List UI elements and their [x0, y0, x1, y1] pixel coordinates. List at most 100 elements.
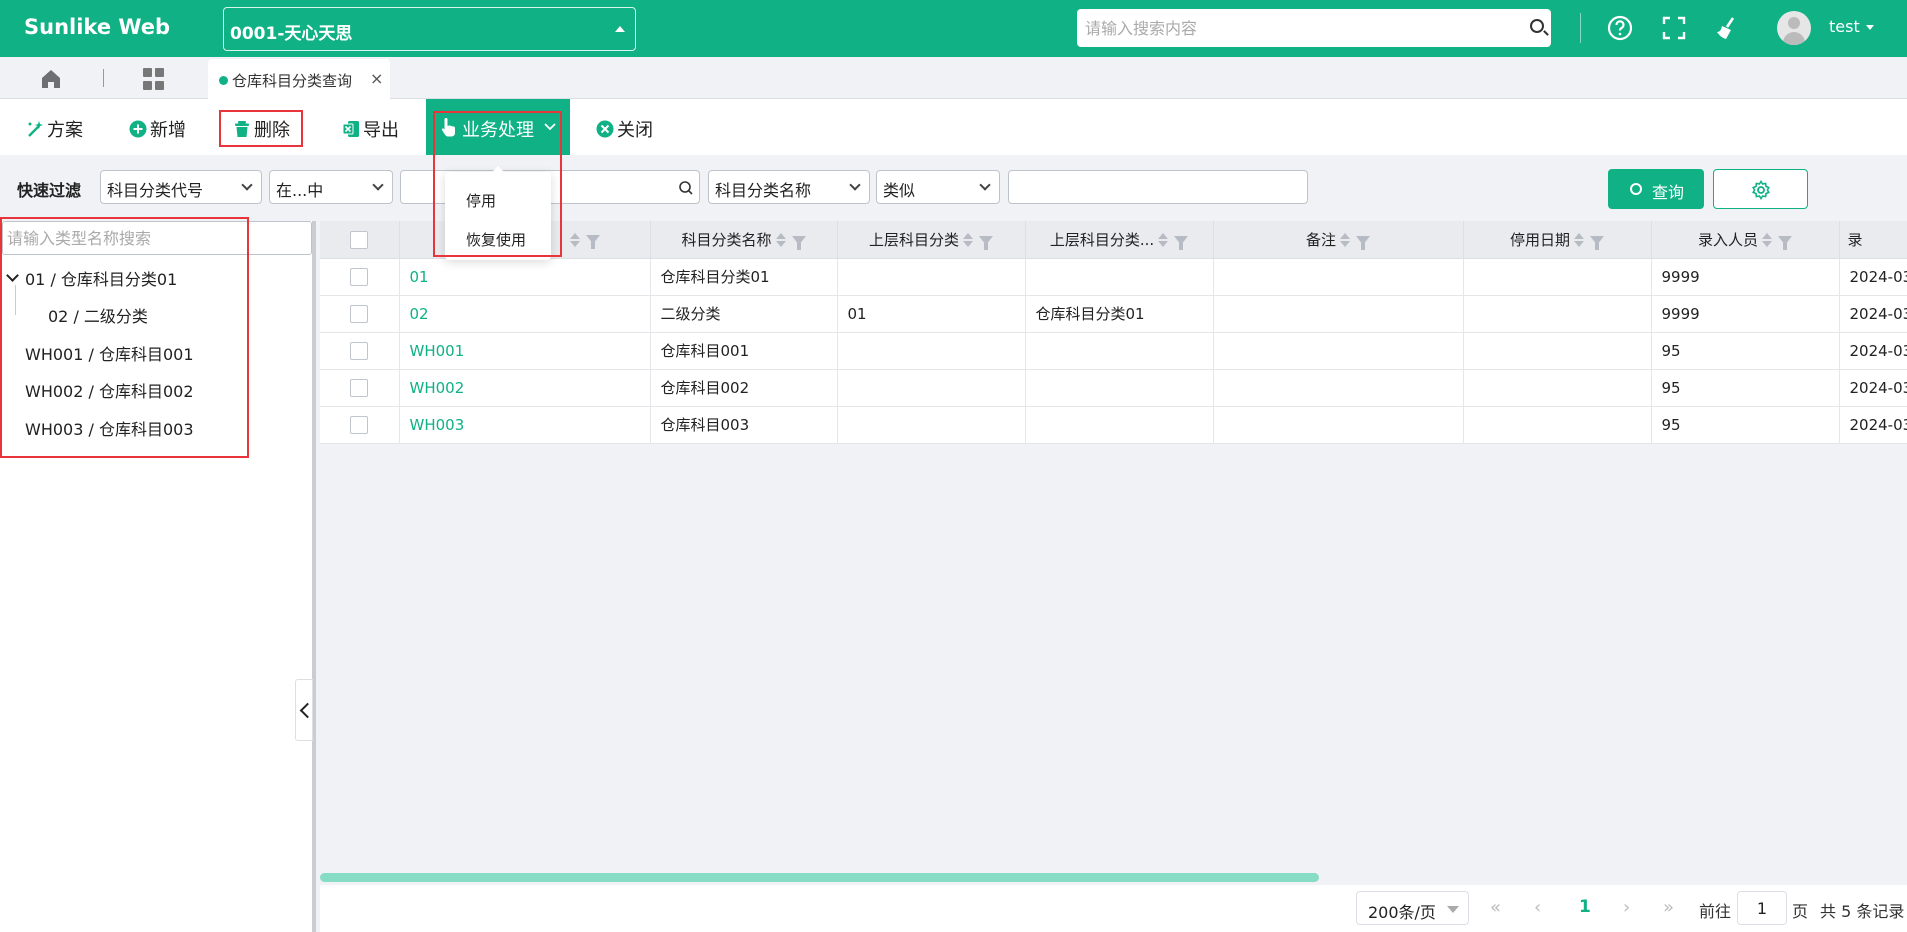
code-link[interactable]: 02	[399, 295, 651, 333]
select-all-header[interactable]	[320, 221, 400, 259]
delete-button[interactable]: 删除	[233, 116, 290, 142]
entered-by-cell: 95	[1651, 332, 1840, 370]
home-icon[interactable]	[40, 68, 62, 90]
user-name[interactable]: test	[1829, 17, 1860, 36]
chevron-down-icon	[979, 179, 991, 191]
filter-icon[interactable]	[585, 235, 600, 250]
column-header-remark[interactable]: 备注	[1213, 221, 1464, 259]
excel-icon	[342, 121, 359, 137]
horizontal-scrollbar[interactable]	[320, 873, 1319, 882]
filter-value-2-input[interactable]	[1008, 170, 1308, 204]
row-checkbox[interactable]	[350, 415, 369, 434]
row-checkbox[interactable]	[350, 378, 369, 397]
filter-icon[interactable]	[1778, 235, 1792, 250]
filter-icon[interactable]	[1356, 235, 1370, 250]
first-page-icon[interactable]: «	[1490, 897, 1501, 918]
avatar[interactable]	[1777, 11, 1811, 45]
last-page-icon[interactable]: »	[1663, 897, 1674, 918]
filter-field-1-select[interactable]: 科目分类代号	[100, 170, 262, 204]
name-cell: 仓库科目001	[650, 332, 838, 370]
plan-button[interactable]: 方案	[26, 116, 83, 142]
column-header-entry-date[interactable]: 录	[1839, 221, 1907, 259]
sort-icon[interactable]	[1340, 233, 1350, 248]
tree-item-wh003[interactable]: WH003 / 仓库科目003	[25, 416, 194, 440]
code-link[interactable]: WH001	[399, 332, 651, 370]
sort-icon[interactable]	[1158, 233, 1169, 248]
table-row[interactable]: WH002 仓库科目002 95 2024-03	[320, 369, 1907, 407]
code-link[interactable]: WH002	[399, 369, 651, 407]
filter-field-2-select[interactable]: 科目分类名称	[708, 170, 870, 204]
sort-icon[interactable]	[1762, 233, 1772, 248]
tree-item-01[interactable]: 01 / 仓库科目分类01	[25, 266, 177, 290]
caret-down-icon	[1447, 906, 1459, 913]
sort-icon[interactable]	[963, 233, 973, 248]
filter-icon[interactable]	[791, 235, 806, 250]
select-all-checkbox[interactable]	[350, 230, 369, 249]
column-header-parent-name[interactable]: 上层科目分类...	[1025, 221, 1214, 259]
tree-item-wh002[interactable]: WH002 / 仓库科目002	[25, 378, 194, 402]
menu-item-restore[interactable]: 恢复使用	[466, 229, 526, 250]
row-checkbox[interactable]	[350, 267, 369, 286]
search-icon[interactable]	[1530, 19, 1544, 33]
caret-down-icon[interactable]	[1866, 25, 1874, 30]
remark-cell	[1213, 406, 1464, 444]
chevron-down-icon	[372, 179, 384, 191]
current-page[interactable]: 1	[1579, 897, 1591, 917]
entered-by-cell: 95	[1651, 406, 1840, 444]
close-button[interactable]: 关闭	[596, 116, 653, 142]
close-circle-icon	[596, 120, 614, 138]
tab-warehouse-category-query[interactable]: 仓库科目分类查询 ×	[208, 59, 390, 99]
column-header-parent[interactable]: 上层科目分类	[837, 221, 1026, 259]
table-row[interactable]: 01 仓库科目分类01 9999 2024-03	[320, 258, 1907, 296]
row-checkbox[interactable]	[350, 341, 369, 360]
query-button[interactable]: 查询	[1608, 169, 1704, 209]
business-dropdown-menu: 停用 恢复使用	[445, 166, 551, 260]
code-link[interactable]: WH003	[399, 406, 651, 444]
apps-grid-icon[interactable]	[143, 68, 165, 90]
table-row[interactable]: WH001 仓库科目001 95 2024-03	[320, 332, 1907, 370]
table-row[interactable]: 02 二级分类 01 仓库科目分类01 9999 2024-03	[320, 295, 1907, 333]
tree-search-input[interactable]	[2, 221, 312, 255]
export-button[interactable]: 导出	[342, 116, 399, 142]
global-search-input[interactable]	[1077, 9, 1551, 47]
tree-item-02[interactable]: 02 / 二级分类	[48, 303, 148, 327]
column-header-name[interactable]: 科目分类名称	[650, 221, 838, 259]
menu-item-disable[interactable]: 停用	[466, 190, 496, 211]
goto-page-input[interactable]: 1	[1737, 891, 1787, 925]
sort-icon[interactable]	[569, 232, 580, 247]
filter-icon[interactable]	[1174, 235, 1189, 250]
filter-icon[interactable]	[1590, 235, 1604, 250]
chevron-down-icon[interactable]	[6, 269, 19, 282]
tree-item-wh001[interactable]: WH001 / 仓库科目001	[25, 341, 194, 365]
row-checkbox[interactable]	[350, 304, 369, 323]
org-selector[interactable]: 0001-天心天思	[223, 7, 636, 51]
page-size-select[interactable]: 200条/页	[1356, 891, 1469, 925]
prev-page-icon[interactable]: ‹	[1534, 897, 1541, 918]
filter-icon[interactable]	[979, 235, 993, 250]
sort-icon[interactable]	[1574, 233, 1584, 248]
header-divider	[1580, 13, 1581, 43]
help-icon[interactable]	[1606, 14, 1634, 42]
table-row[interactable]: WH003 仓库科目003 95 2024-03	[320, 406, 1907, 444]
business-menu-label: 业务处理	[462, 120, 534, 141]
business-menu-button[interactable]: 业务处理	[426, 99, 570, 155]
column-header-disable-date[interactable]: 停用日期	[1463, 221, 1652, 259]
add-button[interactable]: 新增	[129, 116, 186, 142]
clear-cache-icon[interactable]	[1713, 14, 1741, 42]
fullscreen-icon[interactable]	[1660, 14, 1688, 42]
filter-op-2-select[interactable]: 类似	[876, 170, 1000, 204]
close-icon[interactable]: ×	[370, 69, 383, 88]
code-link[interactable]: 01	[399, 258, 651, 296]
search-icon[interactable]	[679, 181, 693, 195]
name-cell: 二级分类	[650, 295, 838, 333]
column-header-entered-by[interactable]: 录入人员	[1651, 221, 1840, 259]
collapse-panel-button[interactable]	[295, 679, 313, 741]
sort-icon[interactable]	[775, 233, 786, 248]
remark-cell	[1213, 295, 1464, 333]
entry-date-cell: 2024-03	[1839, 406, 1907, 444]
remark-cell	[1213, 369, 1464, 407]
filter-op-1-select[interactable]: 在...中	[269, 170, 393, 204]
settings-button[interactable]	[1713, 169, 1808, 209]
name-cell: 仓库科目分类01	[650, 258, 838, 296]
next-page-icon[interactable]: ›	[1623, 897, 1630, 918]
